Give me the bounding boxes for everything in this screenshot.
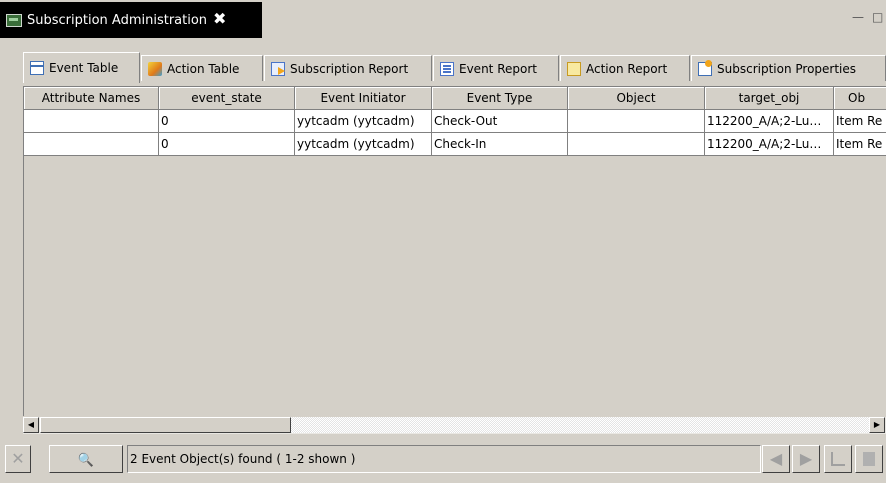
tab-subscription-report[interactable]: Subscription Report xyxy=(264,55,432,81)
column-header-target-obj[interactable]: target_obj xyxy=(705,87,834,110)
properties-icon xyxy=(698,59,712,76)
tab-subscription-properties[interactable]: Subscription Properties xyxy=(691,55,886,81)
tab-label: Subscription Properties xyxy=(717,61,857,76)
list-view-icon xyxy=(863,452,875,466)
column-header-ob[interactable]: Ob xyxy=(834,87,886,110)
tab-event-table[interactable]: Event Table xyxy=(23,52,140,83)
next-page-button[interactable]: ▶ xyxy=(792,445,820,473)
tree-view-button[interactable] xyxy=(824,445,852,473)
clear-button[interactable]: ✕ xyxy=(5,445,31,473)
tab-label: Event Table xyxy=(49,61,119,75)
search-icon: 🔍 xyxy=(77,453,95,468)
cell-target-obj: 112200_A/A;2-Lu… xyxy=(705,110,834,133)
column-header-event-state[interactable]: event_state xyxy=(159,87,295,110)
action-report-icon xyxy=(567,61,581,76)
cell-attribute-names xyxy=(24,133,159,156)
minimize-icon[interactable]: — xyxy=(852,10,864,24)
view-title: Subscription Administration xyxy=(27,13,208,28)
search-button[interactable]: 🔍 xyxy=(49,445,123,473)
column-header-attribute-names[interactable]: Attribute Names xyxy=(24,87,159,110)
action-icon xyxy=(148,61,162,76)
report-icon xyxy=(271,61,285,76)
column-header-event-initiator[interactable]: Event Initiator xyxy=(295,87,432,110)
cell-event-initiator: yytcadm (yytcadm) xyxy=(295,110,432,133)
table-row[interactable]: 0 yytcadm (yytcadm) Check-Out 112200_A/A… xyxy=(24,110,886,133)
view-title-bar: Subscription Administration ✖ — □ xyxy=(0,0,886,38)
cell-object xyxy=(568,110,705,133)
cell-target-obj: 112200_A/A;2-Lu… xyxy=(705,133,834,156)
cell-event-type: Check-In xyxy=(432,133,568,156)
view-tab-subscription-administration[interactable]: Subscription Administration ✖ xyxy=(0,2,262,38)
horizontal-scrollbar[interactable]: ◀ ▶ xyxy=(23,416,886,434)
cell-object xyxy=(568,133,705,156)
cell-event-state: 0 xyxy=(159,133,295,156)
view-icon xyxy=(6,14,22,27)
tab-action-table[interactable]: Action Table xyxy=(141,55,263,81)
event-report-icon xyxy=(440,61,454,76)
scroll-left-icon[interactable]: ◀ xyxy=(23,417,39,433)
close-icon[interactable]: ✖ xyxy=(213,9,226,28)
cell-event-type: Check-Out xyxy=(432,110,568,133)
tab-label: Action Table xyxy=(167,61,240,76)
scroll-right-icon[interactable]: ▶ xyxy=(869,417,885,433)
tab-label: Action Report xyxy=(586,61,668,76)
table-icon xyxy=(30,61,44,75)
tab-strip: Event Table Action Table Subscription Re… xyxy=(0,38,886,86)
cell-event-state: 0 xyxy=(159,110,295,133)
tab-event-report[interactable]: Event Report xyxy=(433,55,559,81)
previous-page-button[interactable]: ◀ xyxy=(762,445,790,473)
scroll-track[interactable] xyxy=(291,417,869,433)
maximize-icon[interactable]: □ xyxy=(872,10,883,24)
tab-label: Subscription Report xyxy=(290,61,409,76)
event-table: Attribute Names event_state Event Initia… xyxy=(23,86,886,417)
tree-view-icon xyxy=(831,452,845,466)
view-tab-slant xyxy=(238,2,262,38)
status-bar: ✕ 🔍 2 Event Object(s) found ( 1-2 shown … xyxy=(0,434,886,483)
cell-ob: Item Re xyxy=(834,133,886,156)
column-header-event-type[interactable]: Event Type xyxy=(432,87,568,110)
tab-action-report[interactable]: Action Report xyxy=(560,55,690,81)
cell-event-initiator: yytcadm (yytcadm) xyxy=(295,133,432,156)
cell-attribute-names xyxy=(24,110,159,133)
status-message: 2 Event Object(s) found ( 1-2 shown ) xyxy=(127,445,761,473)
tab-label: Event Report xyxy=(459,61,537,76)
left-gutter xyxy=(0,86,23,434)
column-header-object[interactable]: Object xyxy=(568,87,705,110)
table-row[interactable]: 0 yytcadm (yytcadm) Check-In 112200_A/A;… xyxy=(24,133,886,156)
list-view-button[interactable] xyxy=(855,445,883,473)
cell-ob: Item Re xyxy=(834,110,886,133)
scroll-thumb[interactable] xyxy=(40,417,291,433)
